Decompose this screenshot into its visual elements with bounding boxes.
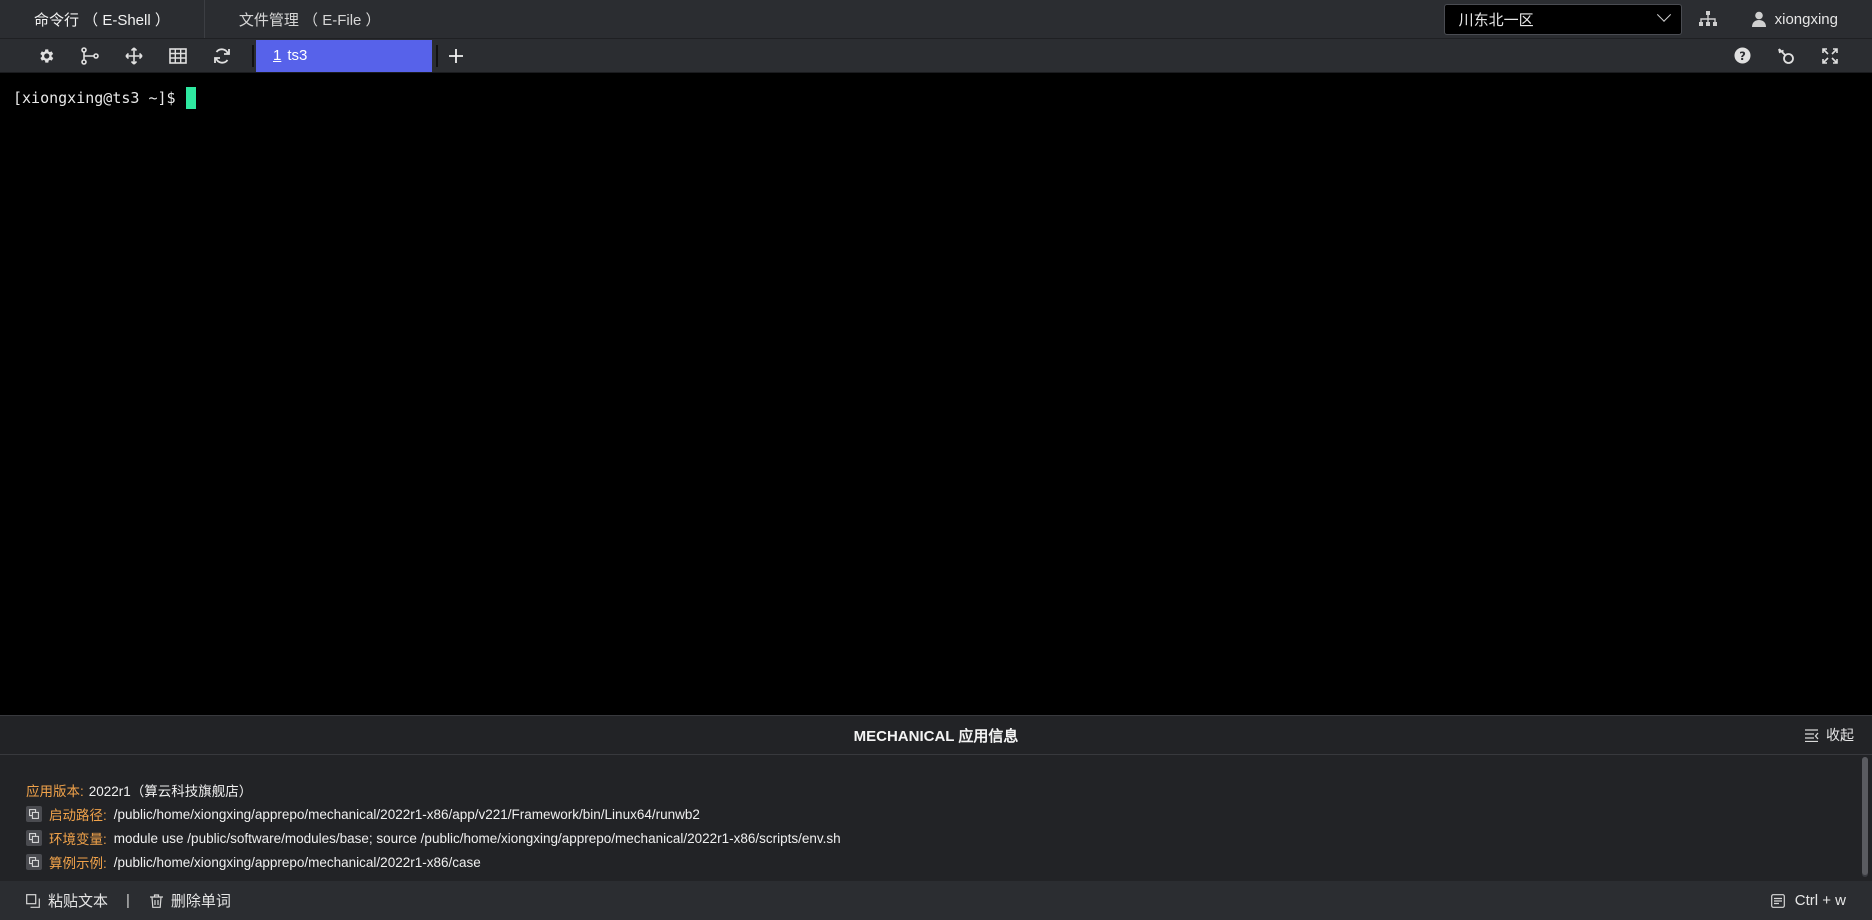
branch-button[interactable] <box>68 39 112 73</box>
info-row-case: 算例示例: /public/home/xiongxing/apprepo/mec… <box>26 852 481 872</box>
paste-text-button[interactable]: 粘贴文本 <box>26 890 108 911</box>
trash-icon <box>149 893 163 908</box>
gear-icon <box>40 48 54 63</box>
info-label: 应用版本: <box>26 784 84 799</box>
grid-icon <box>169 47 187 64</box>
info-label: 启动路径: <box>49 808 107 823</box>
terminal-cursor <box>185 87 196 109</box>
tab-efile[interactable]: 文件管理 （ E-File ） <box>203 0 415 38</box>
tab-efile-label: 文件管理 （ E-File ） <box>238 11 381 29</box>
info-value: /public/home/xiongxing/apprepo/mechanica… <box>113 806 700 822</box>
info-value: 2022r1（算云科技旗舰店） <box>88 784 253 799</box>
session-tab-number: 1 <box>273 47 282 64</box>
session-tab-name: ts3 <box>287 47 308 64</box>
collapse-button[interactable]: 收起 <box>1805 716 1854 754</box>
bottom-bar: 粘贴文本 | 删除单词 Ctrl + w <box>0 881 1872 920</box>
info-row-version: 应用版本: 2022r1（算云科技旗舰店） <box>26 780 252 800</box>
toolbar-separator <box>252 44 254 67</box>
app-info-title: MECHANICAL 应用信息 <box>853 727 1019 745</box>
info-row-launch-path: 启动路径: /public/home/xiongxing/apprepo/mec… <box>26 804 700 824</box>
app-info-body: 应用版本: 2022r1（算云科技旗舰店） 启动路径: /public/home… <box>0 755 1872 881</box>
delete-word-button[interactable]: 删除单词 <box>149 890 231 911</box>
username: xiongxing <box>1774 10 1838 28</box>
refresh-button[interactable] <box>200 39 244 73</box>
copy-icon[interactable] <box>26 806 42 822</box>
user-icon <box>1751 11 1766 27</box>
add-tab-button[interactable] <box>438 39 474 73</box>
region-select[interactable]: 川东北一区 <box>1443 3 1682 35</box>
keyboard-icon <box>1770 893 1785 908</box>
shortcut-hint: Ctrl + w <box>1770 892 1872 909</box>
shortcut-label: Ctrl + w <box>1794 892 1846 909</box>
move-button[interactable] <box>112 39 156 73</box>
key-icon <box>1778 47 1794 64</box>
toolbar: 1 ts3 ? <box>0 39 1872 73</box>
terminal-area[interactable]: [xiongxing@ts3 ~]$ <box>0 73 1872 715</box>
branch-icon <box>81 46 99 65</box>
fullscreen-button[interactable] <box>1808 39 1852 73</box>
collapse-icon <box>1805 728 1819 742</box>
info-value: /public/home/xiongxing/apprepo/mechanica… <box>113 854 481 870</box>
grid-button[interactable] <box>156 39 200 73</box>
user-menu[interactable]: xiongxing <box>1751 10 1838 28</box>
refresh-icon <box>214 47 230 64</box>
region-value: 川东北一区 <box>1458 11 1534 29</box>
info-row-env: 环境变量: module use /public/software/module… <box>26 828 841 848</box>
key-button[interactable] <box>1764 39 1808 73</box>
header-right: 川东北一区 xiongxing <box>1443 0 1872 38</box>
help-icon: ? <box>1733 47 1751 64</box>
tab-eshell-label: 命令行 （ E-Shell ） <box>34 11 170 29</box>
scrollbar-thumb[interactable] <box>1862 757 1868 875</box>
tab-eshell[interactable]: 命令行 （ E-Shell ） <box>0 0 204 38</box>
fullscreen-icon <box>1822 47 1838 64</box>
copy-icon[interactable] <box>26 830 42 846</box>
info-label: 环境变量: <box>49 832 107 847</box>
paste-text-label: 粘贴文本 <box>48 893 109 910</box>
settings-button[interactable] <box>24 39 68 73</box>
collapse-label: 收起 <box>1826 727 1854 743</box>
terminal-prompt-line: [xiongxing@ts3 ~]$ <box>13 87 196 109</box>
terminal-prompt: [xiongxing@ts3 ~]$ <box>13 89 176 107</box>
info-value: module use /public/software/modules/base… <box>113 830 841 846</box>
move-icon <box>125 46 143 65</box>
copy-icon[interactable] <box>26 854 42 870</box>
bottombar-separator: | <box>126 892 130 909</box>
help-button[interactable]: ? <box>1720 39 1764 73</box>
info-label: 算例示例: <box>49 856 107 871</box>
delete-word-label: 删除单词 <box>170 893 231 910</box>
plus-icon <box>449 48 463 63</box>
paste-icon <box>26 893 40 908</box>
org-chart-icon[interactable] <box>1696 7 1720 31</box>
chevron-down-icon <box>1656 7 1671 22</box>
session-tab-ts3[interactable]: 1 ts3 <box>256 39 432 72</box>
top-header: 命令行 （ E-Shell ） 文件管理 （ E-File ） 川东北一区 xi… <box>0 0 1872 39</box>
svg-text:?: ? <box>1739 49 1746 63</box>
app-info-header: MECHANICAL 应用信息 收起 <box>0 715 1872 755</box>
